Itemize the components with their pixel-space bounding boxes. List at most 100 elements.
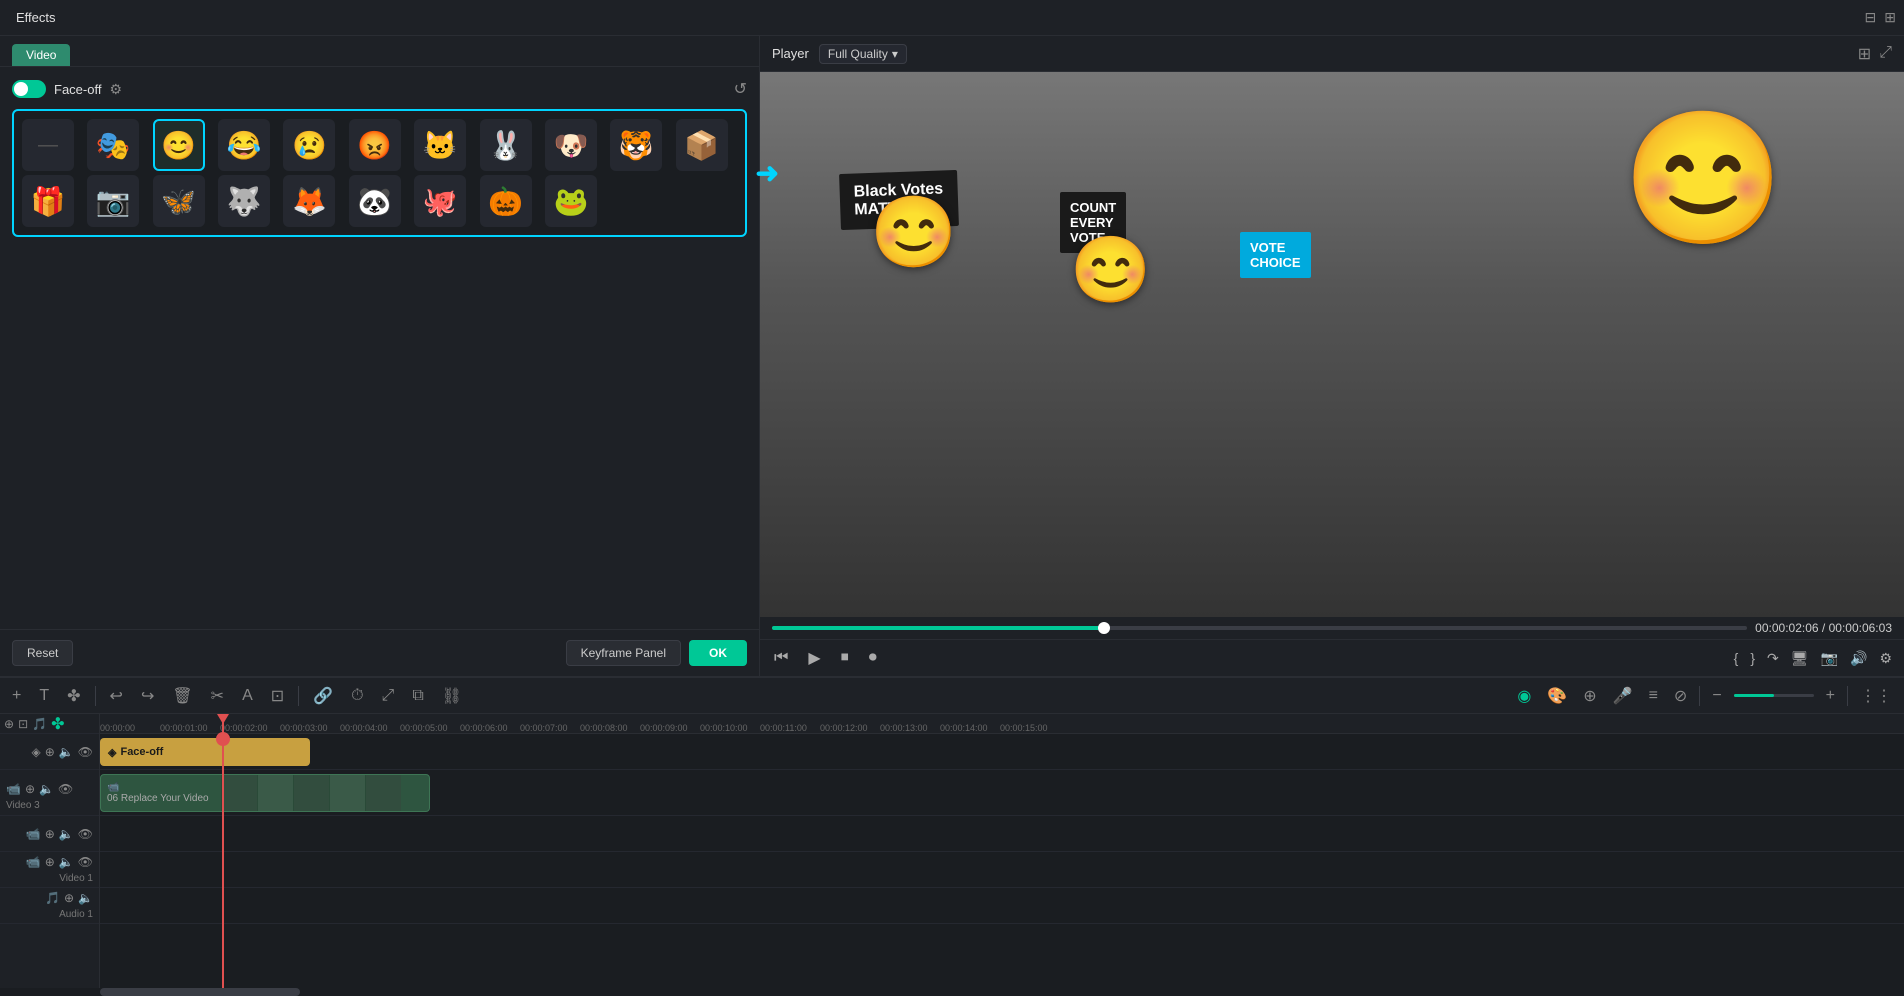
track-vis-effect[interactable]: 👁	[78, 745, 93, 759]
track-add-video3[interactable]: ⊕	[25, 782, 35, 796]
track-add-effect[interactable]: ⊕	[45, 745, 55, 759]
track-add-video1[interactable]: ⊕	[45, 855, 55, 869]
emoji-none[interactable]: —	[22, 119, 74, 171]
tab-video[interactable]: Video	[12, 44, 70, 66]
zoom-in-btn[interactable]: +	[1822, 685, 1839, 707]
transform-button[interactable]: ⤢	[378, 685, 399, 707]
playhead[interactable]	[222, 714, 224, 988]
layout-btn[interactable]: ⋮⋮	[1856, 684, 1896, 708]
minimize-icon[interactable]: ⊟	[1865, 9, 1877, 26]
track-row-audio1	[100, 888, 1904, 924]
emoji-wolf[interactable]: 🐺	[218, 175, 270, 227]
emoji-cat2[interactable]: 🐯	[610, 119, 662, 171]
emoji-fox[interactable]: 🦊	[283, 175, 335, 227]
keyframe-button[interactable]: Keyframe Panel	[566, 640, 681, 666]
track-label-video3-icons: 📹 ⊕ 🔈 👁	[6, 782, 73, 796]
emoji-box1[interactable]: 📦	[676, 119, 728, 171]
bracket-right-icon[interactable]: }	[1750, 650, 1755, 666]
ok-button[interactable]: OK	[689, 640, 747, 666]
scrollbar-thumb[interactable]	[100, 988, 300, 996]
video-clip-video3[interactable]: 📹 06 Replace Your Video	[100, 774, 430, 812]
emoji-sad[interactable]: 😢	[283, 119, 335, 171]
bracket-left-icon[interactable]: {	[1734, 650, 1739, 666]
refresh-icon[interactable]: ↺	[734, 79, 747, 99]
camera-icon[interactable]: 📷	[1821, 650, 1838, 667]
track-audio-audio1[interactable]: 🔈	[78, 891, 93, 905]
track-audio-video3[interactable]: 🔈	[39, 782, 54, 796]
grid-view-icon[interactable]: ⊞	[1858, 44, 1871, 64]
track-vis-video1[interactable]: 👁	[78, 855, 93, 869]
zoom-slider[interactable]	[1734, 694, 1814, 697]
cut-button[interactable]: ✂	[207, 684, 228, 708]
video-scene: Black VotesMATTER COUNTEVERYVOTE VOTECHO…	[760, 72, 1904, 617]
track-audio-effect[interactable]: 🔈	[59, 745, 74, 759]
redo-button[interactable]: ↪	[137, 684, 158, 708]
color-icon-btn[interactable]: 🎨	[1543, 684, 1571, 708]
add-text-button[interactable]: T	[35, 685, 53, 707]
emoji-mask[interactable]: 🎭	[87, 119, 139, 171]
monitor-icon[interactable]: 🖥	[1791, 650, 1809, 667]
chain-button[interactable]: ⛓	[438, 684, 466, 708]
track-add-video2[interactable]: ⊕	[45, 827, 55, 841]
undo-button[interactable]: ↩	[106, 684, 127, 708]
crop-button[interactable]: ⊡	[267, 684, 288, 708]
emoji-dog[interactable]: 🐶	[545, 119, 597, 171]
emoji-box2[interactable]: 🎁	[22, 175, 74, 227]
play-button[interactable]: ▶	[806, 646, 822, 670]
magnet-button[interactable]: ✤	[63, 684, 84, 708]
track-name-video3: Video 3	[6, 800, 40, 811]
emoji-octopus[interactable]: 🐙	[414, 175, 466, 227]
track-add-audio1[interactable]: ⊕	[64, 891, 74, 905]
zoom-out-btn[interactable]: −	[1708, 685, 1725, 707]
caption-icon-btn[interactable]: ⊕	[1579, 684, 1600, 708]
face-off-toggle[interactable]	[12, 80, 46, 98]
effects-icon-btn[interactable]: ◉	[1513, 684, 1535, 708]
face-off-clip[interactable]: ◈ Face-off	[100, 738, 310, 766]
subtitle-icon-btn[interactable]: ≡	[1645, 685, 1662, 707]
speed-button[interactable]: ⏱	[347, 685, 367, 707]
timeline-scrollbar[interactable]	[0, 988, 1904, 996]
emoji-angry[interactable]: 😡	[349, 119, 401, 171]
stop-button[interactable]: ⏹	[839, 647, 851, 669]
ruler-mark-14: 00:00:14:00	[940, 723, 988, 733]
record-button[interactable]: ⏺	[867, 647, 879, 669]
snap-icon[interactable]: ✤	[51, 714, 64, 734]
emoji-butterfly[interactable]: 🦋	[153, 175, 205, 227]
text-tool-button[interactable]: A	[238, 685, 257, 707]
link-button[interactable]: 🔗	[309, 684, 337, 708]
emoji-pumpkin[interactable]: 🎃	[480, 175, 532, 227]
track-audio-video2[interactable]: 🔈	[59, 827, 74, 841]
track-label-effect: ◈ ⊕ 🔈 👁	[0, 734, 99, 770]
emoji-rabbit[interactable]: 🐰	[480, 119, 532, 171]
emoji-frog[interactable]: 🐸	[545, 175, 597, 227]
emoji-panda[interactable]: 🐼	[349, 175, 401, 227]
expand-icon[interactable]: ⤢	[1879, 44, 1892, 64]
track-audio-video1[interactable]: 🔈	[59, 855, 74, 869]
settings-small-icon[interactable]: ⚙	[1879, 650, 1892, 667]
export-icon-btn[interactable]: ⊘	[1670, 684, 1691, 708]
emoji-cat1[interactable]: 🐱	[414, 119, 466, 171]
add-track-icon[interactable]: ⊕	[4, 717, 14, 731]
add-media-button[interactable]: +	[8, 685, 25, 707]
reset-button[interactable]: Reset	[12, 640, 73, 666]
add-video-track-icon[interactable]: ⊡	[18, 717, 28, 731]
progress-bar[interactable]	[772, 626, 1747, 630]
maximize-icon[interactable]: ⊞	[1884, 9, 1896, 26]
progress-handle[interactable]	[1098, 622, 1110, 634]
step-back-button[interactable]: ⏮	[772, 647, 790, 669]
track-vis-video3[interactable]: 👁	[58, 782, 73, 796]
audio-icon-btn[interactable]: 🎤	[1609, 684, 1637, 708]
playhead-circle	[216, 732, 230, 746]
track-labels: ⊕ ⊡ 🎵 ✤ ◈ ⊕ 🔈 👁 📹 ⊕ 🔈 👁 Video	[0, 714, 100, 988]
volume-icon[interactable]: 🔊	[1850, 650, 1867, 667]
track-vis-video2[interactable]: 👁	[78, 827, 93, 841]
emoji-laugh[interactable]: 😂	[218, 119, 270, 171]
settings-icon[interactable]: ⚙	[109, 81, 125, 97]
emoji-box3[interactable]: 📷	[87, 175, 139, 227]
forward-icon[interactable]: ↷	[1767, 650, 1779, 667]
emoji-smile[interactable]: 😊	[153, 119, 205, 171]
quality-selector[interactable]: Full Quality ▾	[819, 44, 907, 64]
delete-button[interactable]: 🗑	[168, 684, 196, 708]
add-audio-track-icon[interactable]: 🎵	[32, 717, 47, 731]
copy-button[interactable]: ⧉	[408, 685, 427, 707]
